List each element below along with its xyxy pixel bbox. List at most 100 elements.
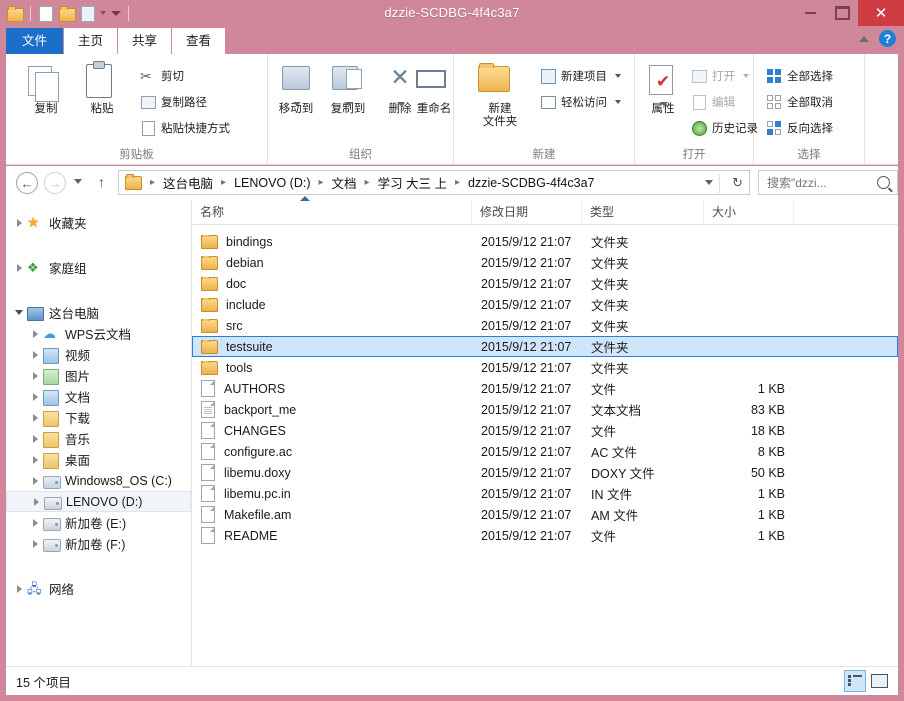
chevron-right-icon[interactable] [30, 454, 41, 465]
table-row[interactable]: debian 2015/9/12 21:07 文件夹 [192, 252, 898, 273]
breadcrumb-item-0[interactable]: 这台电脑 [161, 173, 215, 192]
search-box[interactable] [758, 170, 898, 195]
sidebar-item-downloads[interactable]: 下载 [6, 407, 191, 428]
chevron-right-icon[interactable] [30, 433, 41, 444]
cut-button[interactable]: ✂ 剪切 [140, 66, 184, 86]
chevron-right-icon[interactable] [30, 517, 41, 528]
large-icons-view-button[interactable] [868, 670, 890, 692]
sidebar-item-volume-f[interactable]: 新加卷 (F:) [6, 533, 191, 554]
column-header-type[interactable]: 类型 [582, 200, 704, 224]
table-row[interactable]: libemu.doxy 2015/9/12 21:07 DOXY 文件 50 K… [192, 462, 898, 483]
sidebar-item-documents[interactable]: 文档 [6, 386, 191, 407]
table-row[interactable]: README 2015/9/12 21:07 文件 1 KB [192, 525, 898, 546]
sidebar-item-network[interactable]: 🖧 网络 [6, 578, 191, 599]
minimize-button[interactable] [794, 0, 826, 26]
invert-selection-icon [766, 120, 782, 136]
close-button[interactable]: ✕ [858, 0, 904, 26]
open-button[interactable]: 打开 [691, 66, 749, 86]
chevron-right-icon[interactable] [30, 370, 41, 381]
breadcrumb-item-1[interactable]: LENOVO (D:) [232, 176, 312, 190]
chevron-right-icon[interactable] [30, 475, 41, 486]
sidebar-item-wps-cloud[interactable]: ☁ WPS云文档 [6, 323, 191, 344]
table-row[interactable]: tools 2015/9/12 21:07 文件夹 [192, 357, 898, 378]
easy-access-button[interactable]: 轻松访问 [540, 92, 621, 112]
chevron-down-icon[interactable] [345, 102, 353, 106]
chevron-right-icon[interactable] [30, 538, 41, 549]
properties-button[interactable]: 属性 [637, 62, 689, 116]
chevron-down-icon[interactable] [660, 102, 668, 106]
column-header-name[interactable]: 名称 [192, 200, 472, 224]
copy-to-button[interactable]: 复制到 [322, 62, 374, 116]
chevron-down-icon[interactable] [293, 102, 301, 106]
sidebar-item-favorites[interactable]: ★ 收藏夹 [6, 212, 191, 233]
tab-file[interactable]: 文件 [6, 28, 64, 54]
breadcrumb[interactable]: ▸ 这台电脑 ▸ LENOVO (D:) ▸ 文档 ▸ 学习 大三 上 ▸ dz… [118, 170, 750, 195]
table-row[interactable]: CHANGES 2015/9/12 21:07 文件 18 KB [192, 420, 898, 441]
search-input[interactable] [765, 174, 877, 191]
copy-path-button[interactable]: 复制路径 [140, 92, 207, 112]
chevron-right-icon[interactable] [14, 217, 25, 228]
chevron-down-icon[interactable] [397, 102, 405, 106]
breadcrumb-item-2[interactable]: 文档 [330, 173, 359, 192]
paste-button[interactable]: 粘贴 [76, 61, 128, 116]
chevron-right-icon[interactable] [30, 391, 41, 402]
breadcrumb-item-4[interactable]: dzzie-SCDBG-4f4c3a7 [466, 176, 596, 190]
move-to-button[interactable]: 移动到 [270, 62, 322, 116]
chevron-right-icon[interactable] [30, 349, 41, 360]
sidebar-item-videos[interactable]: 视频 [6, 344, 191, 365]
breadcrumb-item-3[interactable]: 学习 大三 上 [376, 173, 449, 192]
paste-shortcut-button[interactable]: 粘贴快捷方式 [140, 118, 230, 138]
edit-button[interactable]: 编辑 [691, 92, 735, 112]
chevron-down-icon[interactable] [705, 180, 713, 185]
tab-share[interactable]: 共享 [118, 28, 172, 54]
select-all-button[interactable]: 全部选择 [766, 66, 833, 86]
up-button[interactable]: ↑ [98, 174, 105, 190]
chevron-down-icon[interactable] [615, 100, 621, 104]
help-icon[interactable]: ? [879, 30, 896, 47]
chevron-down-icon[interactable] [743, 74, 749, 78]
table-row[interactable]: bindings 2015/9/12 21:07 文件夹 [192, 231, 898, 252]
column-header-date[interactable]: 修改日期 [472, 200, 582, 224]
table-row[interactable]: src 2015/9/12 21:07 文件夹 [192, 315, 898, 336]
details-view-button[interactable] [844, 670, 866, 692]
table-row[interactable]: Makefile.am 2015/9/12 21:07 AM 文件 1 KB [192, 504, 898, 525]
chevron-right-icon[interactable] [30, 328, 41, 339]
table-row[interactable]: doc 2015/9/12 21:07 文件夹 [192, 273, 898, 294]
column-header-size[interactable]: 大小 [704, 200, 794, 224]
tab-view[interactable]: 查看 [172, 28, 226, 54]
new-item-button[interactable]: 新建项目 [540, 66, 621, 86]
chevron-right-icon[interactable] [30, 412, 41, 423]
sidebar-item-lenovo-d[interactable]: LENOVO (D:) [6, 491, 191, 512]
sidebar-item-windows8-os-c[interactable]: Windows8_OS (C:) [6, 470, 191, 491]
table-row[interactable]: include 2015/9/12 21:07 文件夹 [192, 294, 898, 315]
sidebar-item-homegroup[interactable]: ❖ 家庭组 [6, 257, 191, 278]
chevron-right-icon[interactable] [14, 583, 25, 594]
search-icon[interactable] [877, 176, 890, 189]
invert-selection-button[interactable]: 反向选择 [766, 118, 833, 138]
copy-button[interactable]: 复制 [20, 62, 72, 116]
recent-locations-icon[interactable] [74, 179, 82, 184]
sidebar-item-this-pc[interactable]: 这台电脑 [6, 302, 191, 323]
table-row-selected[interactable]: testsuite 2015/9/12 21:07 文件夹 [192, 336, 898, 357]
sidebar-item-pictures[interactable]: 图片 [6, 365, 191, 386]
tab-home[interactable]: 主页 [64, 28, 118, 54]
table-row[interactable]: backport_me 2015/9/12 21:07 文本文档 83 KB [192, 399, 898, 420]
sidebar-item-music[interactable]: 音乐 [6, 428, 191, 449]
sidebar-item-volume-e[interactable]: 新加卷 (E:) [6, 512, 191, 533]
back-button[interactable]: ← [16, 172, 38, 194]
table-row[interactable]: libemu.pc.in 2015/9/12 21:07 IN 文件 1 KB [192, 483, 898, 504]
chevron-right-icon[interactable] [31, 496, 42, 507]
chevron-down-icon[interactable] [14, 307, 25, 318]
table-row[interactable]: AUTHORS 2015/9/12 21:07 文件 1 KB [192, 378, 898, 399]
maximize-button[interactable] [826, 0, 858, 26]
forward-button[interactable]: → [44, 172, 66, 194]
refresh-button[interactable]: ↻ [732, 175, 743, 191]
chevron-up-icon[interactable] [859, 35, 869, 42]
table-row[interactable]: configure.ac 2015/9/12 21:07 AC 文件 8 KB [192, 441, 898, 462]
chevron-right-icon[interactable] [14, 262, 25, 273]
chevron-down-icon[interactable] [615, 74, 621, 78]
history-button[interactable]: 历史记录 [691, 118, 758, 138]
select-none-button[interactable]: 全部取消 [766, 92, 833, 112]
sidebar-item-desktop[interactable]: 桌面 [6, 449, 191, 470]
new-folder-button[interactable]: 新建 文件夹 [468, 62, 532, 129]
